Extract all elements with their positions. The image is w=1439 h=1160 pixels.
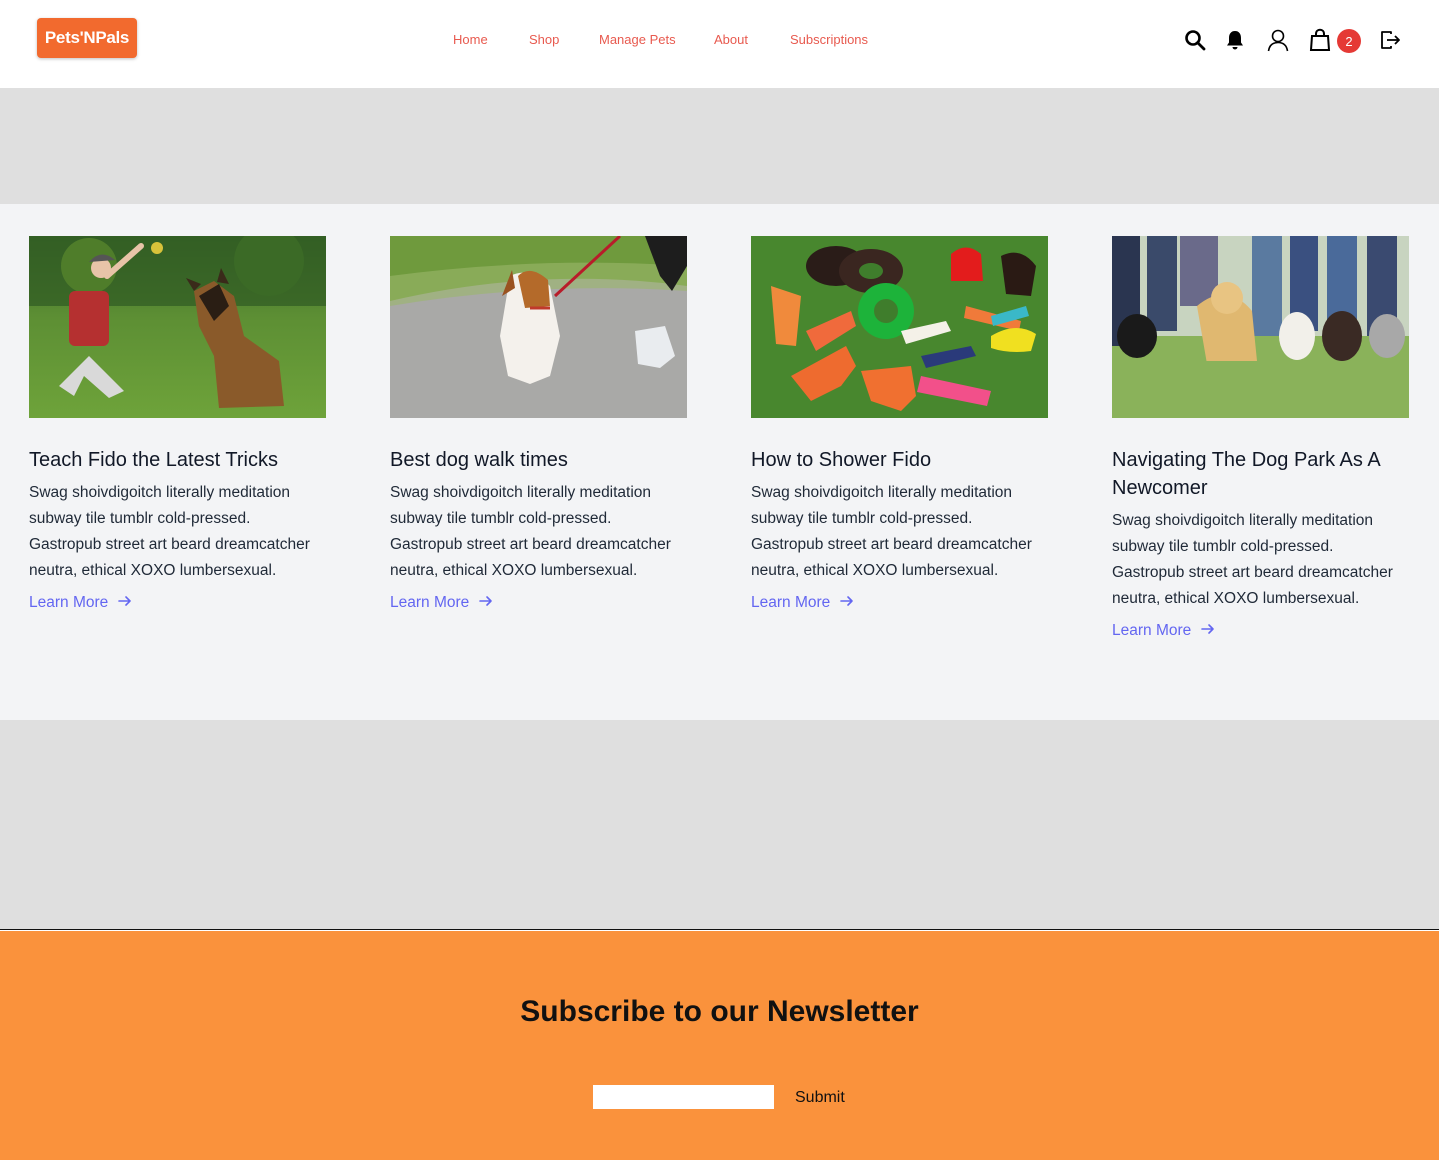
post-excerpt: Swag shoivdigoitch literally meditation … [390, 484, 671, 579]
post-image-dog-toys[interactable] [751, 236, 1048, 418]
post-image-dog-park[interactable] [1112, 236, 1409, 418]
arrow-right-icon [479, 594, 493, 612]
content-placeholder [0, 720, 1439, 930]
newsletter-submit-button[interactable]: Submit [786, 1086, 854, 1110]
arrow-right-icon [840, 594, 854, 612]
newsletter-section: Subscribe to our Newsletter Submit [0, 931, 1439, 1160]
blog-card: Teach Fido the Latest Tricks Swag shoivd… [29, 236, 326, 612]
post-excerpt: Swag shoivdigoitch literally meditation … [751, 484, 1032, 579]
logout-icon[interactable] [1377, 26, 1403, 54]
newsletter-email-input[interactable] [593, 1085, 774, 1109]
learn-more-link[interactable]: Learn More [1112, 622, 1215, 640]
post-image-dog-training[interactable] [29, 236, 326, 418]
learn-more-link[interactable]: Learn More [29, 594, 132, 612]
learn-more-label: Learn More [751, 594, 831, 611]
post-excerpt: Swag shoivdigoitch literally meditation … [1112, 512, 1393, 607]
learn-more-label: Learn More [1112, 622, 1192, 639]
arrow-right-icon [1201, 622, 1215, 640]
header-actions [0, 26, 1439, 56]
blog-card: Navigating The Dog Park As A Newcomer Sw… [1112, 236, 1409, 640]
post-title: Best dog walk times [390, 449, 568, 471]
bell-icon[interactable] [1222, 26, 1248, 54]
hero-placeholder [0, 88, 1439, 204]
post-title: How to Shower Fido [751, 449, 932, 471]
cart-count-badge: 2 [1337, 29, 1361, 53]
post-image-dog-walk[interactable] [390, 236, 687, 418]
blog-card: Best dog walk times Swag shoivdigoitch l… [390, 236, 687, 612]
learn-more-label: Learn More [29, 594, 109, 611]
shopping-bag-icon[interactable] [1307, 26, 1333, 54]
post-excerpt: Swag shoivdigoitch literally meditation … [29, 484, 310, 579]
learn-more-label: Learn More [390, 594, 470, 611]
user-icon[interactable] [1265, 26, 1291, 54]
site-header: Pets'NPals Home Shop Manage Pets About S… [0, 0, 1439, 88]
blog-card: How to Shower Fido Swag shoivdigoitch li… [751, 236, 1048, 612]
post-title: Teach Fido the Latest Tricks [29, 449, 279, 471]
learn-more-link[interactable]: Learn More [390, 594, 493, 612]
arrow-right-icon [118, 594, 132, 612]
post-title: Navigating The Dog Park As A Newcomer [1112, 449, 1380, 499]
blog-section: Teach Fido the Latest Tricks Swag shoivd… [0, 204, 1439, 720]
search-icon[interactable] [1182, 26, 1208, 54]
learn-more-link[interactable]: Learn More [751, 594, 854, 612]
newsletter-title: Subscribe to our Newsletter [520, 995, 919, 1028]
